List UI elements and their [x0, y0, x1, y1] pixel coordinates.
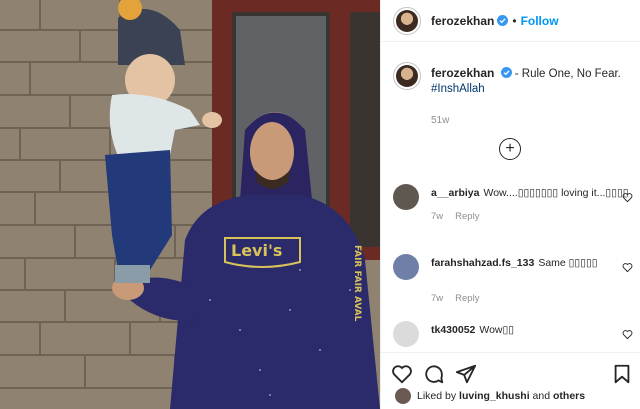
caption-avatar[interactable] [393, 62, 421, 90]
plus-icon: + [505, 140, 515, 157]
load-more-comments-button[interactable]: + [499, 138, 521, 160]
post-photo[interactable]: Levi's FAIR FAIR AVAL [0, 0, 380, 409]
hoodie-sleeve-text: FAIR FAIR AVAL [352, 245, 362, 322]
commenter-avatar[interactable] [393, 184, 419, 210]
separator-dot: • [512, 13, 517, 28]
comment-age[interactable]: 7w [431, 293, 443, 304]
reply-button[interactable]: Reply [455, 211, 479, 222]
liked-by-avatar[interactable] [395, 388, 411, 404]
liked-by-user[interactable]: luving_khushi [459, 390, 530, 402]
liked-by-line: Liked by luving_khushi and others [395, 388, 585, 404]
post-header: ferozekhan • Follow [381, 0, 640, 42]
post-image: Levi's FAIR FAIR AVAL [0, 0, 380, 409]
caption-text: - Rule One, No Fear. [514, 68, 621, 80]
reply-button[interactable]: Reply [455, 293, 479, 304]
caption-username[interactable]: ferozekhan [431, 66, 494, 80]
comment-icon[interactable] [423, 363, 445, 385]
follow-button[interactable]: Follow [521, 14, 559, 28]
heart-icon[interactable] [391, 363, 413, 385]
comment-username[interactable]: tk430052 [431, 324, 475, 336]
comment-text: Wow....▯▯▯▯▯▯▯ loving it...▯▯▯▯ [483, 187, 629, 199]
commenter-avatar[interactable] [393, 254, 419, 280]
commenter-avatar[interactable] [393, 321, 419, 347]
post-caption: ferozekhan - Rule One, No Fear. #InshAll… [393, 62, 633, 128]
comment-username[interactable]: farahshahzad.fs_133 [431, 257, 534, 269]
comment-like-heart-icon[interactable] [622, 262, 633, 273]
comment-username[interactable]: a__arbiya [431, 187, 479, 199]
liked-by-prefix: Liked by [417, 390, 457, 402]
comment-text: Wow▯▯ [479, 324, 515, 336]
author-avatar[interactable] [393, 6, 421, 35]
comment-text: Same ▯▯▯▯▯ [538, 257, 598, 269]
comment-age[interactable]: 7w [431, 211, 443, 222]
comment-like-heart-icon[interactable] [622, 192, 633, 203]
verified-badge-icon [497, 15, 509, 26]
bookmark-icon[interactable] [611, 363, 633, 385]
verified-badge-icon [500, 67, 512, 78]
caption-hashtag[interactable]: #InshAllah [431, 83, 485, 95]
author-username[interactable]: ferozekhan [431, 14, 494, 28]
liked-by-and: and [532, 390, 551, 402]
post-side-panel: ferozekhan • Follow ferozekhan - Rule On… [380, 0, 640, 409]
share-icon[interactable] [455, 363, 477, 385]
comment-item: a__arbiya Wow....▯▯▯▯▯▯▯ loving it...▯▯▯▯… [393, 184, 633, 224]
post-age[interactable]: 51w [431, 113, 621, 128]
hoodie-logo-text: Levi's [231, 241, 282, 260]
comment-item: tk430052 Wow▯▯ [393, 321, 633, 347]
comment-item: farahshahzad.fs_133 Same ▯▯▯▯▯ 7w Reply [393, 254, 633, 306]
liked-by-others[interactable]: others [553, 390, 585, 402]
comment-like-heart-icon[interactable] [622, 329, 633, 340]
